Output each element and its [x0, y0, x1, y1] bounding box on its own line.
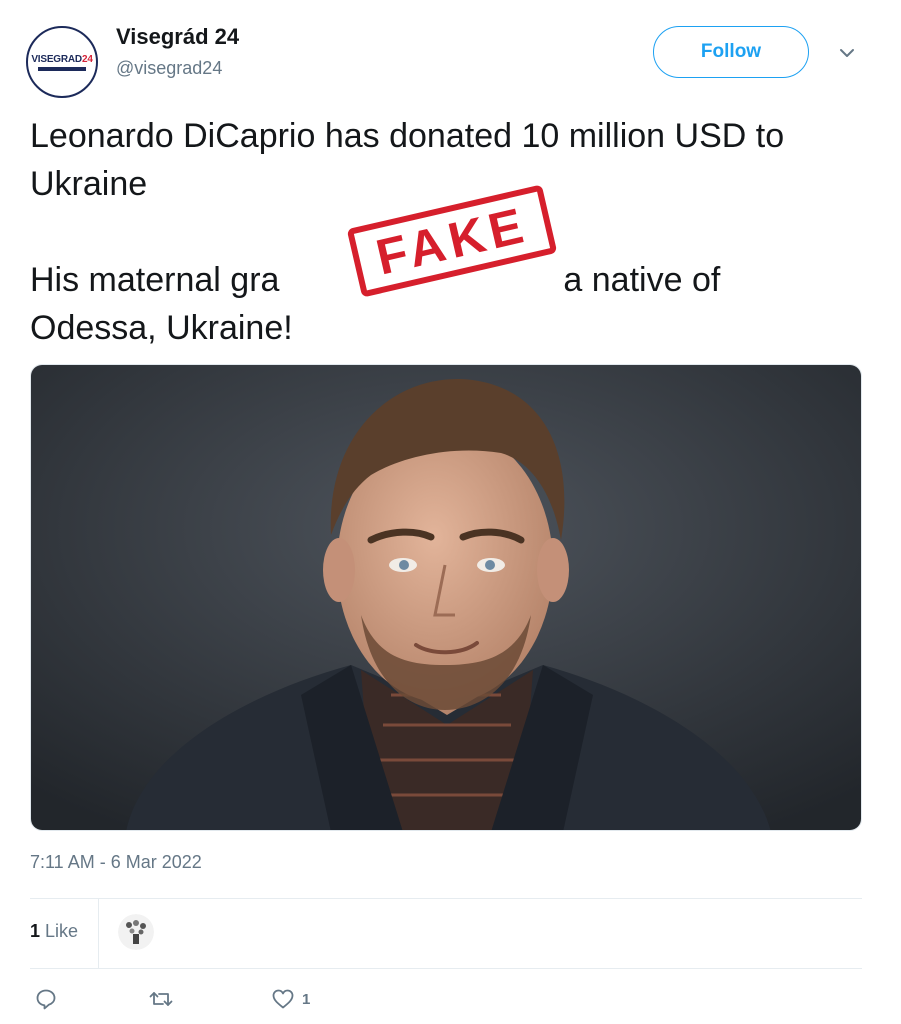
likes-number: 1 [30, 921, 41, 941]
author-display-name[interactable]: Visegrád 24 [116, 24, 239, 50]
reply-button[interactable] [34, 987, 58, 1011]
chevron-down-icon[interactable] [834, 40, 860, 66]
like-count: 1 [302, 990, 311, 1008]
tweet-timestamp[interactable]: 7:11 AM - 6 Mar 2022 [30, 852, 202, 873]
divider [30, 968, 862, 969]
liker-avatar[interactable] [118, 914, 154, 950]
reply-icon [36, 989, 56, 1010]
avatar-logo-bar [38, 66, 86, 71]
avatar[interactable]: VISEGRAD24 [26, 26, 98, 98]
author-handle[interactable]: @visegrad24 [116, 58, 222, 79]
stats-divider [98, 898, 99, 968]
like-button[interactable]: 1 [270, 987, 310, 1011]
retweet-button[interactable] [148, 987, 174, 1011]
likes-label: Like [45, 921, 79, 941]
retweet-icon [149, 992, 173, 1006]
heart-icon [272, 989, 294, 1009]
likes-count[interactable]: 1 Like [30, 921, 78, 942]
tweet-photo[interactable] [30, 364, 862, 831]
portrait-image [31, 365, 861, 830]
tweet-text-fragment: His maternal gra [30, 261, 280, 299]
divider [30, 898, 862, 899]
avatar-logo: VISEGRAD24 [31, 53, 93, 65]
tweet-text-line: Leonardo DiCaprio has donated 10 million… [30, 117, 785, 203]
follow-button[interactable]: Follow [653, 26, 809, 78]
